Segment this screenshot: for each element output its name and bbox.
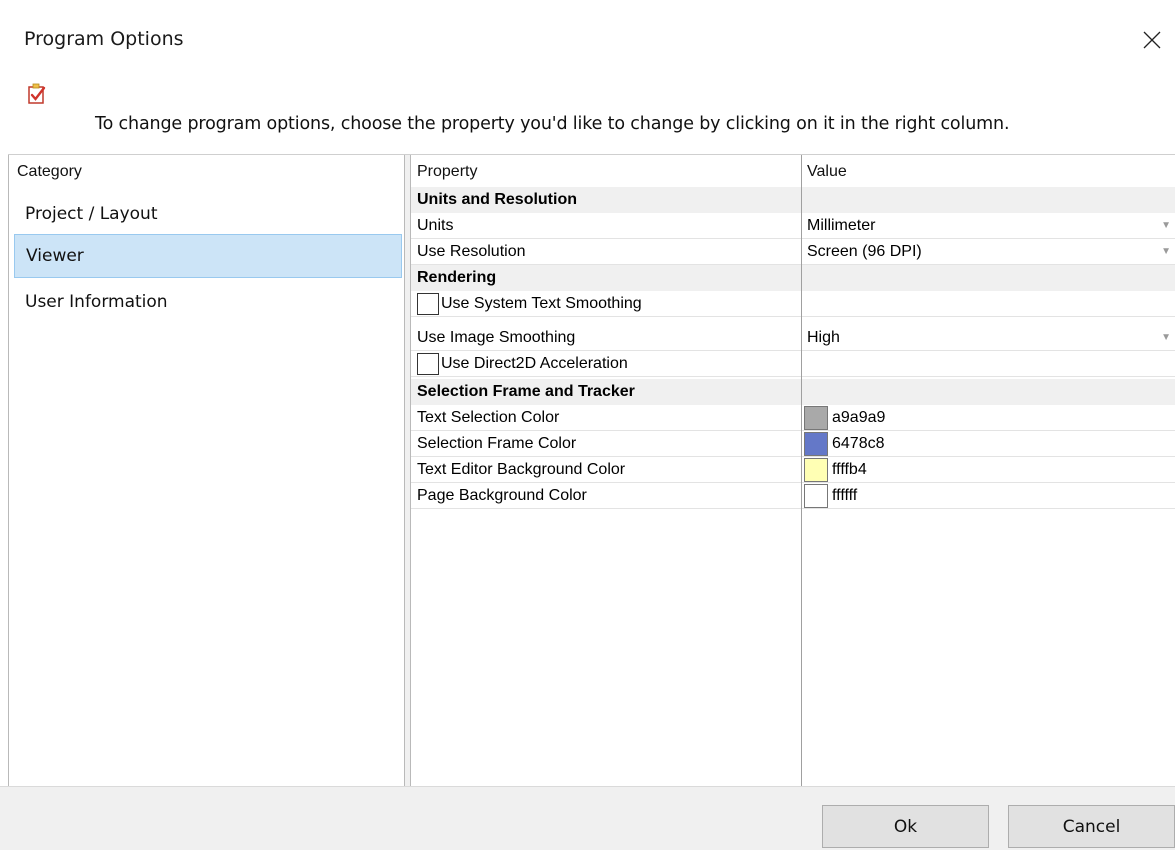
direct2d-acceleration-checkbox[interactable] (417, 353, 439, 375)
category-item-project-layout[interactable]: Project / Layout (14, 192, 402, 236)
category-item-viewer[interactable]: Viewer (14, 234, 402, 278)
property-column-header: Property (417, 163, 478, 180)
grid-row-use-system-text-smoothing[interactable]: Use System Text Smoothing (411, 291, 1175, 317)
grid-row-text-selection-color[interactable]: Text Selection Color a9a9a9 (411, 405, 1175, 431)
grid-header: Property Value (411, 155, 1175, 187)
property-value[interactable]: Screen (96 DPI) (807, 243, 922, 261)
close-button[interactable] (1129, 20, 1175, 60)
cancel-button[interactable]: Cancel (1008, 805, 1175, 848)
grid-row-use-resolution[interactable]: Use Resolution Screen (96 DPI) ▼ (411, 239, 1175, 265)
section-title: Selection Frame and Tracker (417, 383, 635, 400)
color-swatch[interactable] (804, 432, 828, 456)
property-value[interactable]: 6478c8 (832, 435, 885, 453)
value-column-header: Value (807, 163, 847, 180)
category-list: Category Project / Layout Viewer User In… (8, 155, 405, 786)
property-name: Selection Frame Color (417, 435, 577, 452)
property-value[interactable]: a9a9a9 (832, 409, 885, 427)
property-name: Page Background Color (417, 487, 587, 504)
section-units-and-resolution[interactable]: Units and Resolution (411, 187, 1175, 213)
grid-row-selection-frame-color[interactable]: Selection Frame Color 6478c8 (411, 431, 1175, 457)
ok-button[interactable]: Ok (822, 805, 989, 848)
property-name: Use Resolution (417, 243, 526, 260)
close-icon (1143, 31, 1161, 49)
section-title: Rendering (417, 269, 497, 286)
property-name: Use System Text Smoothing (441, 295, 642, 312)
property-name: Text Editor Background Color (417, 461, 626, 478)
dropdown-arrow-icon[interactable]: ▼ (1161, 220, 1171, 231)
grid-row-page-background-color[interactable]: Page Background Color ffffff (411, 483, 1175, 509)
dialog-button-bar: Ok Cancel (0, 786, 1175, 850)
category-item-user-information[interactable]: User Information (14, 280, 402, 324)
section-selection-frame-and-tracker[interactable]: Selection Frame and Tracker (411, 379, 1175, 405)
property-name: Use Image Smoothing (417, 329, 576, 346)
category-header: Category (17, 163, 82, 180)
instruction-text: To change program options, choose the pr… (95, 114, 1010, 134)
column-divider (801, 155, 802, 786)
grid-row-use-image-smoothing[interactable]: Use Image Smoothing High ▼ (411, 325, 1175, 351)
property-value[interactable]: Millimeter (807, 217, 875, 235)
property-name: Text Selection Color (417, 409, 560, 426)
section-rendering[interactable]: Rendering (411, 265, 1175, 291)
property-value[interactable]: ffffb4 (832, 461, 867, 479)
window-title: Program Options (24, 28, 184, 50)
property-grid: Property Value Units and Resolution Unit… (411, 155, 1175, 786)
color-swatch[interactable] (804, 406, 828, 430)
property-value[interactable]: ffffff (832, 487, 857, 505)
dropdown-arrow-icon[interactable]: ▼ (1161, 332, 1171, 343)
dropdown-arrow-icon[interactable]: ▼ (1161, 246, 1171, 257)
system-text-smoothing-checkbox[interactable] (417, 293, 439, 315)
title-bar: Program Options (0, 0, 1175, 82)
checklist-icon (28, 83, 46, 104)
section-title: Units and Resolution (417, 191, 577, 208)
grid-row-text-editor-background-color[interactable]: Text Editor Background Color ffffb4 (411, 457, 1175, 483)
property-name: Units (417, 217, 454, 234)
property-name: Use Direct2D Acceleration (441, 355, 628, 372)
grid-row-use-direct2d-acceleration[interactable]: Use Direct2D Acceleration (411, 351, 1175, 377)
color-swatch[interactable] (804, 484, 828, 508)
grid-row-units[interactable]: Units Millimeter ▼ (411, 213, 1175, 239)
color-swatch[interactable] (804, 458, 828, 482)
property-value[interactable]: High (807, 329, 840, 347)
